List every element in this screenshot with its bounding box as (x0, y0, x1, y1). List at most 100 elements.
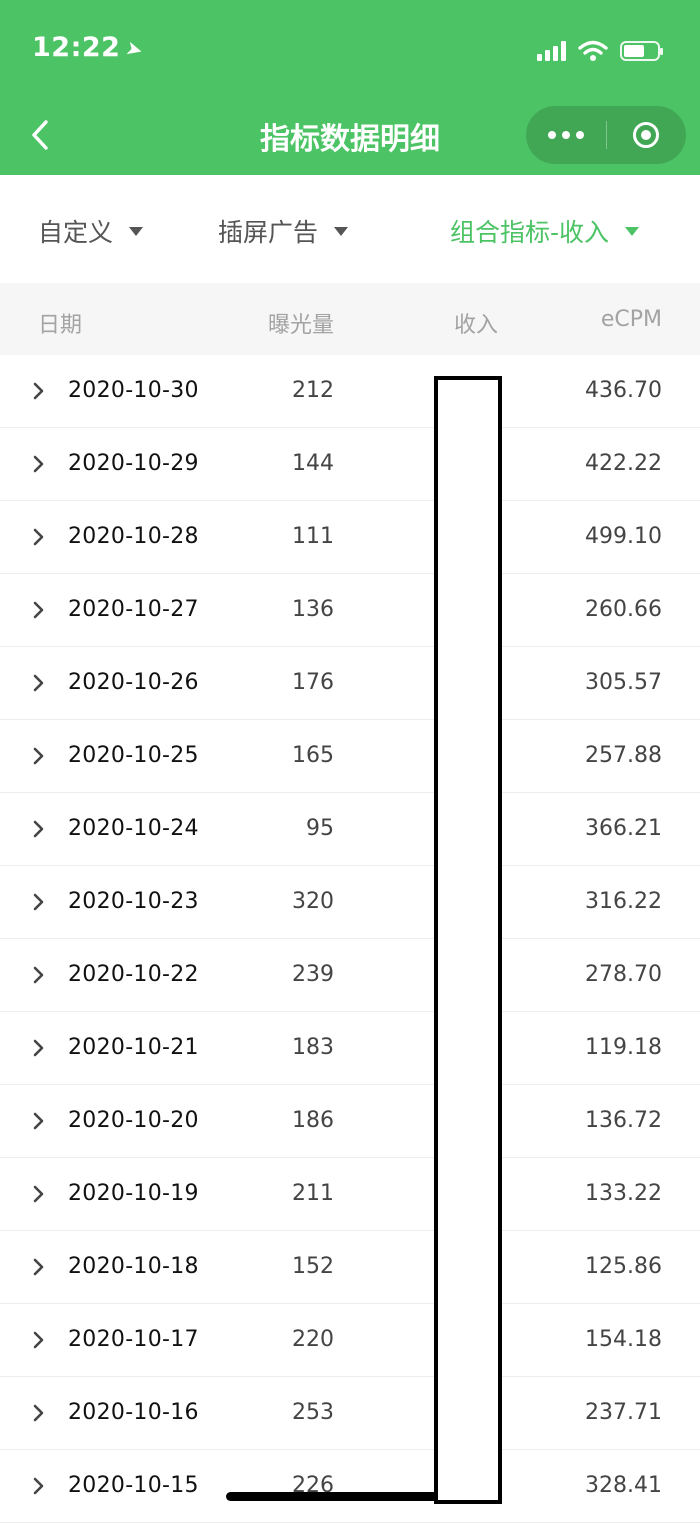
chevron-right-icon (33, 455, 44, 473)
table-row[interactable]: 2020-10-17 220 154.18 (0, 1304, 700, 1377)
table-body: 2020-10-30 212 436.70 2020-10-29 144 422.22 20… (0, 355, 700, 1523)
row-date: 2020-10-30 (68, 378, 199, 403)
table-row[interactable]: 2020-10-30 212 436.70 (0, 355, 700, 428)
header-impressions: 曝光量 (267, 313, 334, 338)
row-impressions: 144 (292, 451, 334, 476)
filter-custom-label: 自定义 (38, 218, 114, 247)
table-row[interactable]: 2020-10-15 226 328.41 (0, 1450, 700, 1523)
row-impressions: 152 (292, 1254, 334, 1279)
table-row[interactable]: 2020-10-29 144 422.22 (0, 428, 700, 501)
row-date: 2020-10-22 (68, 962, 199, 987)
table-row[interactable]: 2020-10-24 95 366.21 (0, 793, 700, 866)
row-date: 2020-10-26 (68, 670, 199, 695)
chevron-right-icon (33, 674, 44, 692)
table-row[interactable]: 2020-10-19 211 133.22 (0, 1158, 700, 1231)
row-ecpm: 125.86 (585, 1254, 662, 1279)
more-dots-icon[interactable] (526, 106, 606, 164)
signal-icon (537, 41, 566, 61)
filter-bar: 自定义 插屏广告 组合指标-收入 (0, 175, 700, 283)
row-date: 2020-10-16 (68, 1400, 199, 1425)
row-impressions: 220 (292, 1327, 334, 1352)
row-impressions: 239 (292, 962, 334, 987)
chevron-right-icon (33, 1331, 44, 1349)
filter-ad-type-label: 插屏广告 (218, 218, 319, 247)
chevron-right-icon (33, 1185, 44, 1203)
status-time: 12:22 ➤ (32, 32, 147, 63)
table-row[interactable]: 2020-10-22 239 278.70 (0, 939, 700, 1012)
chevron-right-icon (33, 382, 44, 400)
row-impressions: 212 (292, 378, 334, 403)
row-impressions: 111 (292, 524, 334, 549)
row-date: 2020-10-25 (68, 743, 199, 768)
table-row[interactable]: 2020-10-20 186 136.72 (0, 1085, 700, 1158)
redaction-box (434, 376, 502, 1504)
row-ecpm: 278.70 (585, 962, 662, 987)
filter-ad-type[interactable]: 插屏广告 (218, 213, 349, 249)
filter-metric[interactable]: 组合指标-收入 (450, 213, 640, 249)
row-ecpm: 136.72 (585, 1108, 662, 1133)
miniprogram-capsule (526, 106, 686, 164)
chevron-right-icon (33, 1258, 44, 1276)
header-date: 日期 (38, 313, 83, 338)
row-date: 2020-10-27 (68, 597, 199, 622)
row-date: 2020-10-23 (68, 889, 199, 914)
chevron-right-icon (33, 1112, 44, 1130)
location-arrow-icon: ➤ (123, 35, 147, 63)
header-revenue: 收入 (454, 313, 499, 338)
row-ecpm: 154.18 (585, 1327, 662, 1352)
row-ecpm: 305.57 (585, 670, 662, 695)
row-impressions: 183 (292, 1035, 334, 1060)
table-row[interactable]: 2020-10-27 136 260.66 (0, 574, 700, 647)
row-impressions: 136 (292, 597, 334, 622)
wifi-icon (578, 40, 608, 61)
chevron-right-icon (33, 893, 44, 911)
row-impressions: 165 (292, 743, 334, 768)
row-ecpm: 133.22 (585, 1181, 662, 1206)
filter-metric-label: 组合指标-收入 (450, 218, 610, 247)
home-indicator (226, 1492, 438, 1501)
status-time-text: 12:22 (32, 32, 121, 63)
row-ecpm: 257.88 (585, 743, 662, 768)
row-date: 2020-10-20 (68, 1108, 199, 1133)
battery-icon (620, 41, 663, 61)
nav-header: 12:22 ➤ 指标数据明细 (0, 0, 700, 175)
row-date: 2020-10-19 (68, 1181, 199, 1206)
table-row[interactable]: 2020-10-28 111 499.10 (0, 501, 700, 574)
row-date: 2020-10-21 (68, 1035, 199, 1060)
chevron-right-icon (33, 1477, 44, 1495)
row-ecpm: 422.22 (585, 451, 662, 476)
row-ecpm: 328.41 (585, 1473, 662, 1498)
row-impressions: 186 (292, 1108, 334, 1133)
caret-down-icon (625, 226, 640, 236)
caret-down-icon (334, 226, 349, 236)
chevron-right-icon (33, 747, 44, 765)
chevron-right-icon (33, 1039, 44, 1057)
status-icons (537, 38, 663, 64)
row-ecpm: 260.66 (585, 597, 662, 622)
chevron-right-icon (33, 820, 44, 838)
table-row[interactable]: 2020-10-16 253 237.71 (0, 1377, 700, 1450)
row-impressions: 176 (292, 670, 334, 695)
close-miniprogram-icon[interactable] (606, 106, 686, 164)
row-impressions: 95 (306, 816, 334, 841)
table-header: 日期 曝光量 收入 eCPM (0, 283, 700, 355)
table-row[interactable]: 2020-10-23 320 316.22 (0, 866, 700, 939)
row-impressions: 211 (292, 1181, 334, 1206)
row-date: 2020-10-29 (68, 451, 199, 476)
header-ecpm: eCPM (600, 307, 662, 332)
table-row[interactable]: 2020-10-18 152 125.86 (0, 1231, 700, 1304)
row-ecpm: 237.71 (585, 1400, 662, 1425)
table-row[interactable]: 2020-10-25 165 257.88 (0, 720, 700, 793)
table-row[interactable]: 2020-10-26 176 305.57 (0, 647, 700, 720)
row-ecpm: 316.22 (585, 889, 662, 914)
row-date: 2020-10-18 (68, 1254, 199, 1279)
row-impressions: 320 (292, 889, 334, 914)
filter-custom[interactable]: 自定义 (38, 213, 144, 249)
row-ecpm: 119.18 (585, 1035, 662, 1060)
row-ecpm: 366.21 (585, 816, 662, 841)
row-ecpm: 499.10 (585, 524, 662, 549)
caret-down-icon (129, 226, 144, 236)
table-row[interactable]: 2020-10-21 183 119.18 (0, 1012, 700, 1085)
row-date: 2020-10-28 (68, 524, 199, 549)
row-impressions: 253 (292, 1400, 334, 1425)
